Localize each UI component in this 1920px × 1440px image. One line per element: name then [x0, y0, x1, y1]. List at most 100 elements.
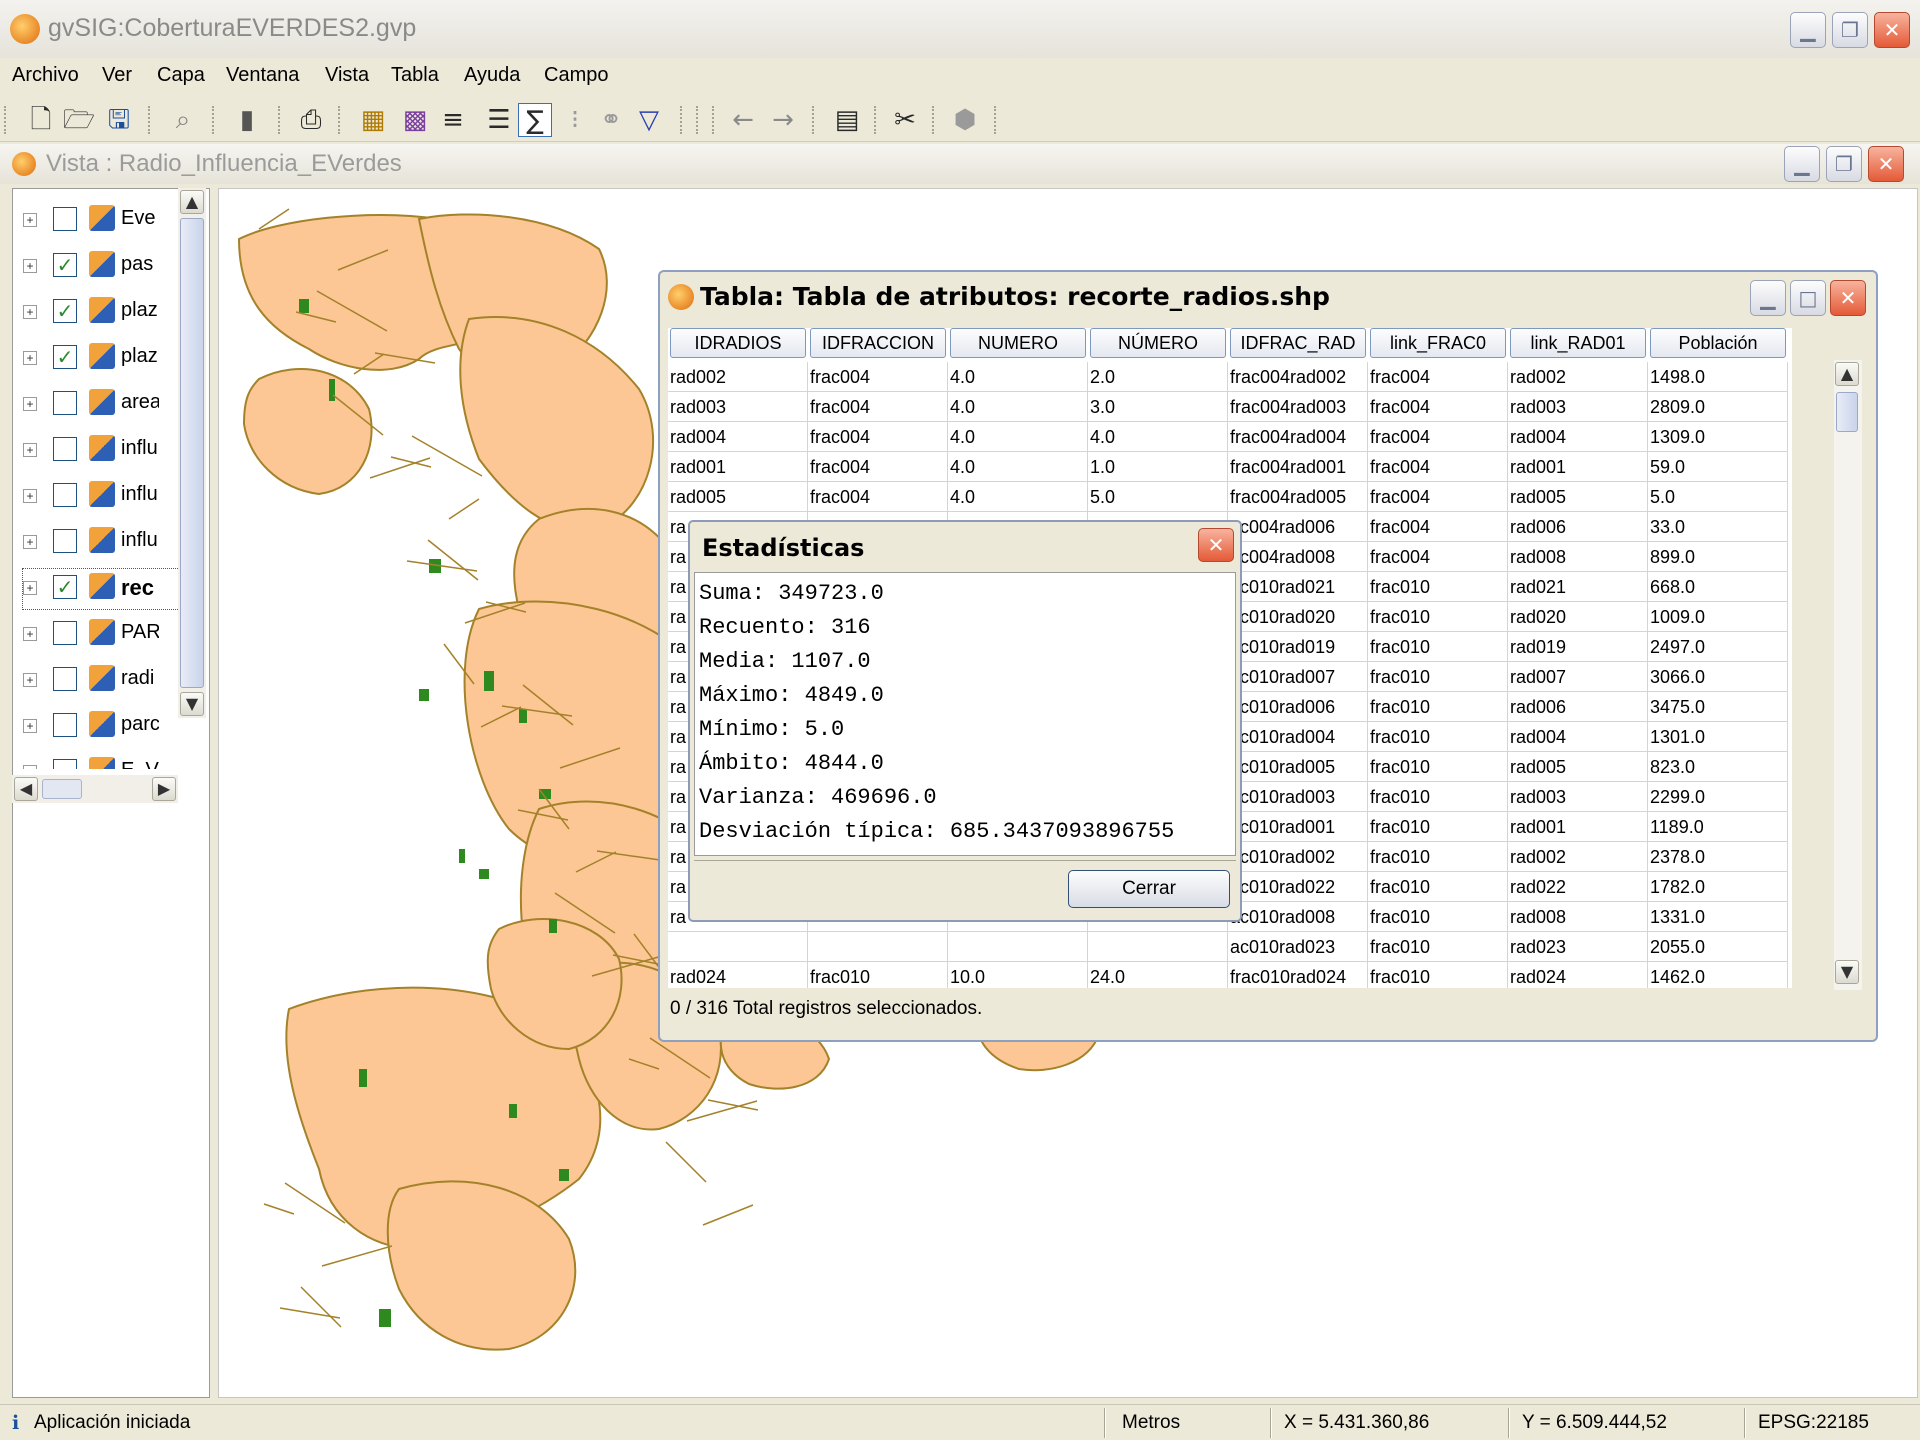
table-cell[interactable]: 4.0: [948, 482, 1088, 512]
view-minimize-button[interactable]: ▁: [1784, 146, 1820, 182]
table-cell[interactable]: 823.0: [1648, 752, 1788, 782]
table-cell[interactable]: ac010rad004: [1228, 722, 1368, 752]
view-restore-button[interactable]: ❐: [1826, 146, 1862, 182]
table-cell[interactable]: frac004: [1368, 392, 1508, 422]
table-cell[interactable]: rad003: [668, 392, 808, 422]
scroll-up-icon[interactable]: ▲: [180, 190, 204, 214]
layer-item[interactable]: + E_V: [23, 753, 179, 769]
table-cell[interactable]: [808, 932, 948, 962]
table-cell[interactable]: rad004: [1508, 422, 1648, 452]
view-close-button[interactable]: ✕: [1868, 146, 1904, 182]
minimize-button[interactable]: ▁: [1790, 12, 1826, 48]
layer-item[interactable]: + area: [23, 385, 179, 425]
table-cell[interactable]: frac004rad005: [1228, 482, 1368, 512]
layer-item[interactable]: + ✓ plaz: [23, 339, 179, 379]
table-cell[interactable]: [948, 932, 1088, 962]
table-cell[interactable]: 1331.0: [1648, 902, 1788, 932]
table-cell[interactable]: ac010rad002: [1228, 842, 1368, 872]
scroll-down-icon[interactable]: ▼: [1835, 960, 1859, 984]
table-cell[interactable]: rad006: [1508, 692, 1648, 722]
expand-icon[interactable]: +: [23, 535, 37, 549]
table-cell[interactable]: frac004: [1368, 542, 1508, 572]
filter-icon[interactable]: ▽: [632, 103, 666, 137]
layer-item[interactable]: + ✓ plaz: [23, 293, 179, 333]
table-cell[interactable]: 4.0: [948, 362, 1088, 392]
influence-polygon[interactable]: [459, 316, 654, 532]
menu-campo[interactable]: Campo: [544, 64, 608, 87]
toc-horizontal-scrollbar[interactable]: ◀ ▶: [12, 775, 178, 803]
table-cell[interactable]: 4.0: [948, 452, 1088, 482]
table-select-icon[interactable]: ▦: [356, 103, 390, 137]
table-cell[interactable]: frac004: [808, 422, 948, 452]
table-cell[interactable]: rad020: [1508, 602, 1648, 632]
table-cell[interactable]: rad002: [1508, 362, 1648, 392]
field-list-icon[interactable]: ⁝: [558, 103, 592, 137]
table-cell[interactable]: frac004: [1368, 362, 1508, 392]
zoom-tool-icon[interactable]: ⌕: [166, 103, 200, 137]
table-cell[interactable]: 24.0: [1088, 962, 1228, 988]
layer-visibility-checkbox[interactable]: ✓: [53, 575, 77, 599]
table-cell[interactable]: ac010rad001: [1228, 812, 1368, 842]
link-icon[interactable]: ⚭: [594, 103, 628, 137]
scroll-down-icon[interactable]: ▼: [180, 692, 204, 716]
restore-button[interactable]: ❐: [1832, 12, 1868, 48]
table-cell[interactable]: 668.0: [1648, 572, 1788, 602]
layer-item[interactable]: + influ: [23, 477, 179, 517]
table-cell[interactable]: rad008: [1508, 542, 1648, 572]
column-header[interactable]: NUMERO: [950, 328, 1086, 358]
scroll-up-icon[interactable]: ▲: [1835, 362, 1859, 386]
table-cell[interactable]: 1.0: [1088, 452, 1228, 482]
table-cell[interactable]: frac004: [808, 392, 948, 422]
layer-visibility-checkbox[interactable]: [53, 759, 77, 769]
expand-icon[interactable]: +: [23, 765, 37, 769]
layer-visibility-checkbox[interactable]: [53, 529, 77, 553]
table-cell[interactable]: rad024: [668, 962, 808, 988]
layer-visibility-checkbox[interactable]: [53, 713, 77, 737]
layout-icon[interactable]: ▮: [230, 103, 264, 137]
table-cell[interactable]: ac010rad008: [1228, 902, 1368, 932]
close-button[interactable]: ✕: [1874, 12, 1910, 48]
toc-scroll-thumb[interactable]: [180, 218, 204, 688]
table-cell[interactable]: rad019: [1508, 632, 1648, 662]
table-cell[interactable]: rad022: [1508, 872, 1648, 902]
expand-icon[interactable]: +: [23, 397, 37, 411]
layer-item[interactable]: + radi: [23, 661, 179, 701]
layer-visibility-checkbox[interactable]: [53, 483, 77, 507]
table-cell[interactable]: 1498.0: [1648, 362, 1788, 392]
toc-vertical-scrollbar[interactable]: ▲ ▼: [178, 188, 206, 718]
table-cell[interactable]: frac010: [808, 962, 948, 988]
table-cell[interactable]: frac004: [1368, 422, 1508, 452]
layer-visibility-checkbox[interactable]: ✓: [53, 345, 77, 369]
table-cell[interactable]: ac010rad022: [1228, 872, 1368, 902]
scroll-right-icon[interactable]: ▶: [152, 777, 176, 801]
table-cell[interactable]: ac010rad023: [1228, 932, 1368, 962]
column-header[interactable]: NÚMERO: [1090, 328, 1226, 358]
table-cell[interactable]: rad006: [1508, 512, 1648, 542]
export-icon[interactable]: ⬢: [948, 103, 982, 137]
expand-icon[interactable]: +: [23, 351, 37, 365]
table-cell[interactable]: rad003: [1508, 392, 1648, 422]
table-cell[interactable]: ac010rad003: [1228, 782, 1368, 812]
table-cell[interactable]: frac010: [1368, 842, 1508, 872]
influence-polygon[interactable]: [386, 1180, 577, 1351]
layer-item[interactable]: + influ: [23, 523, 179, 563]
menu-vista[interactable]: Vista: [325, 64, 369, 87]
table-cell[interactable]: rad002: [668, 362, 808, 392]
table-cell[interactable]: 1301.0: [1648, 722, 1788, 752]
table-cell[interactable]: rad021: [1508, 572, 1648, 602]
table-cell[interactable]: 59.0: [1648, 452, 1788, 482]
table-cell[interactable]: rad001: [1508, 812, 1648, 842]
table-cell[interactable]: 1009.0: [1648, 602, 1788, 632]
expand-icon[interactable]: +: [23, 719, 37, 733]
table-cell[interactable]: frac010: [1368, 722, 1508, 752]
menu-tabla[interactable]: Tabla: [391, 64, 439, 87]
table-cell[interactable]: rad005: [1508, 482, 1648, 512]
open-folder-icon[interactable]: 🗁: [62, 103, 96, 137]
table-cell[interactable]: frac004: [808, 452, 948, 482]
table-cell[interactable]: rad008: [1508, 902, 1648, 932]
table-cell[interactable]: rad003: [1508, 782, 1648, 812]
sort-ascending-icon[interactable]: ≡: [436, 103, 470, 137]
sort-descending-icon[interactable]: ☰: [482, 103, 516, 137]
table-cell[interactable]: frac010rad024: [1228, 962, 1368, 988]
table-cell[interactable]: ac010rad020: [1228, 602, 1368, 632]
